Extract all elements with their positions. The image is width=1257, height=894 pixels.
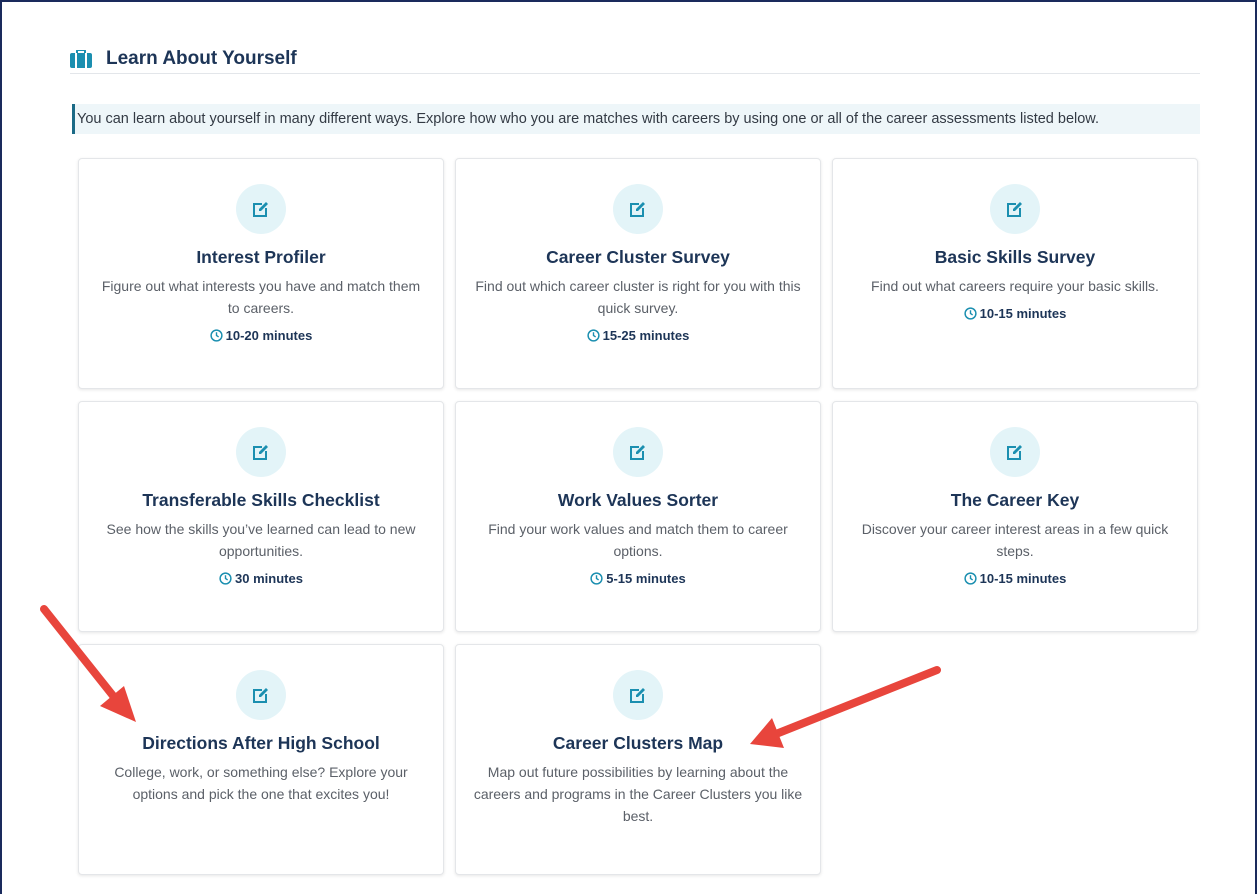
edit-icon: [990, 427, 1040, 477]
card-description: Find out what careers require your basic…: [871, 278, 1159, 294]
card-title: Career Clusters Map: [552, 733, 724, 753]
clock-icon: [964, 307, 977, 320]
clock-icon: [587, 329, 600, 342]
edit-icon: [613, 184, 663, 234]
card-directions-after-high-school[interactable]: Directions After High School College, wo…: [78, 644, 444, 875]
card-time-label: 30 minutes: [235, 571, 303, 586]
card-time-label: 10-15 minutes: [979, 306, 1067, 321]
card-description: Map out future possibilities by learning…: [473, 764, 803, 824]
card-description: Discover your career interest areas in a…: [861, 521, 1169, 559]
section-header: Learn About Yourself: [70, 44, 1200, 74]
card-basic-skills-survey[interactable]: Basic Skills Survey Find out what career…: [832, 158, 1198, 389]
card-time-label: 10-20 minutes: [225, 328, 313, 343]
card-time: 15-25 minutes: [587, 328, 690, 343]
card-time: 5-15 minutes: [590, 571, 686, 586]
card-title: Career Cluster Survey: [546, 247, 730, 267]
card-transferable-skills-checklist[interactable]: Transferable Skills Checklist See how th…: [78, 401, 444, 632]
card-description: Figure out what interests you have and m…: [101, 278, 421, 316]
card-interest-profiler[interactable]: Interest Profiler Figure out what intere…: [78, 158, 444, 389]
clock-icon: [964, 572, 977, 585]
page-frame: Learn About Yourself You can learn about…: [0, 0, 1257, 894]
card-description: See how the skills you’ve learned can le…: [106, 521, 416, 559]
card-time: 10-15 minutes: [964, 571, 1067, 586]
edit-icon: [613, 427, 663, 477]
card-title: Directions After High School: [142, 733, 380, 753]
card-description: College, work, or something else? Explor…: [114, 764, 408, 802]
edit-icon: [613, 670, 663, 720]
card-time-label: 10-15 minutes: [979, 571, 1067, 586]
edit-icon: [236, 427, 286, 477]
card-career-clusters-map[interactable]: Career Clusters Map Map out future possi…: [455, 644, 821, 875]
card-time: 10-20 minutes: [210, 328, 313, 343]
card-title: Work Values Sorter: [557, 490, 719, 510]
card-time: 10-15 minutes: [964, 306, 1067, 321]
card-title: The Career Key: [950, 490, 1080, 510]
card-title: Basic Skills Survey: [934, 247, 1096, 267]
card-the-career-key[interactable]: The Career Key Discover your career inte…: [832, 401, 1198, 632]
clock-icon: [219, 572, 232, 585]
card-career-cluster-survey[interactable]: Career Cluster Survey Find out which car…: [455, 158, 821, 389]
card-description: Find out which career cluster is right f…: [475, 278, 801, 316]
briefcase-icon: [70, 49, 92, 69]
card-description: Find your work values and match them to …: [488, 521, 788, 559]
edit-icon: [236, 670, 286, 720]
edit-icon: [236, 184, 286, 234]
intro-text: You can learn about yourself in many dif…: [72, 104, 1200, 134]
card-title: Transferable Skills Checklist: [142, 490, 380, 510]
clock-icon: [210, 329, 223, 342]
card-time: 30 minutes: [219, 571, 303, 586]
clock-icon: [590, 572, 603, 585]
card-time-label: 5-15 minutes: [606, 571, 686, 586]
section-title: Learn About Yourself: [106, 47, 297, 69]
card-work-values-sorter[interactable]: Work Values Sorter Find your work values…: [455, 401, 821, 632]
card-time-label: 15-25 minutes: [602, 328, 690, 343]
edit-icon: [990, 184, 1040, 234]
card-title: Interest Profiler: [196, 247, 326, 267]
